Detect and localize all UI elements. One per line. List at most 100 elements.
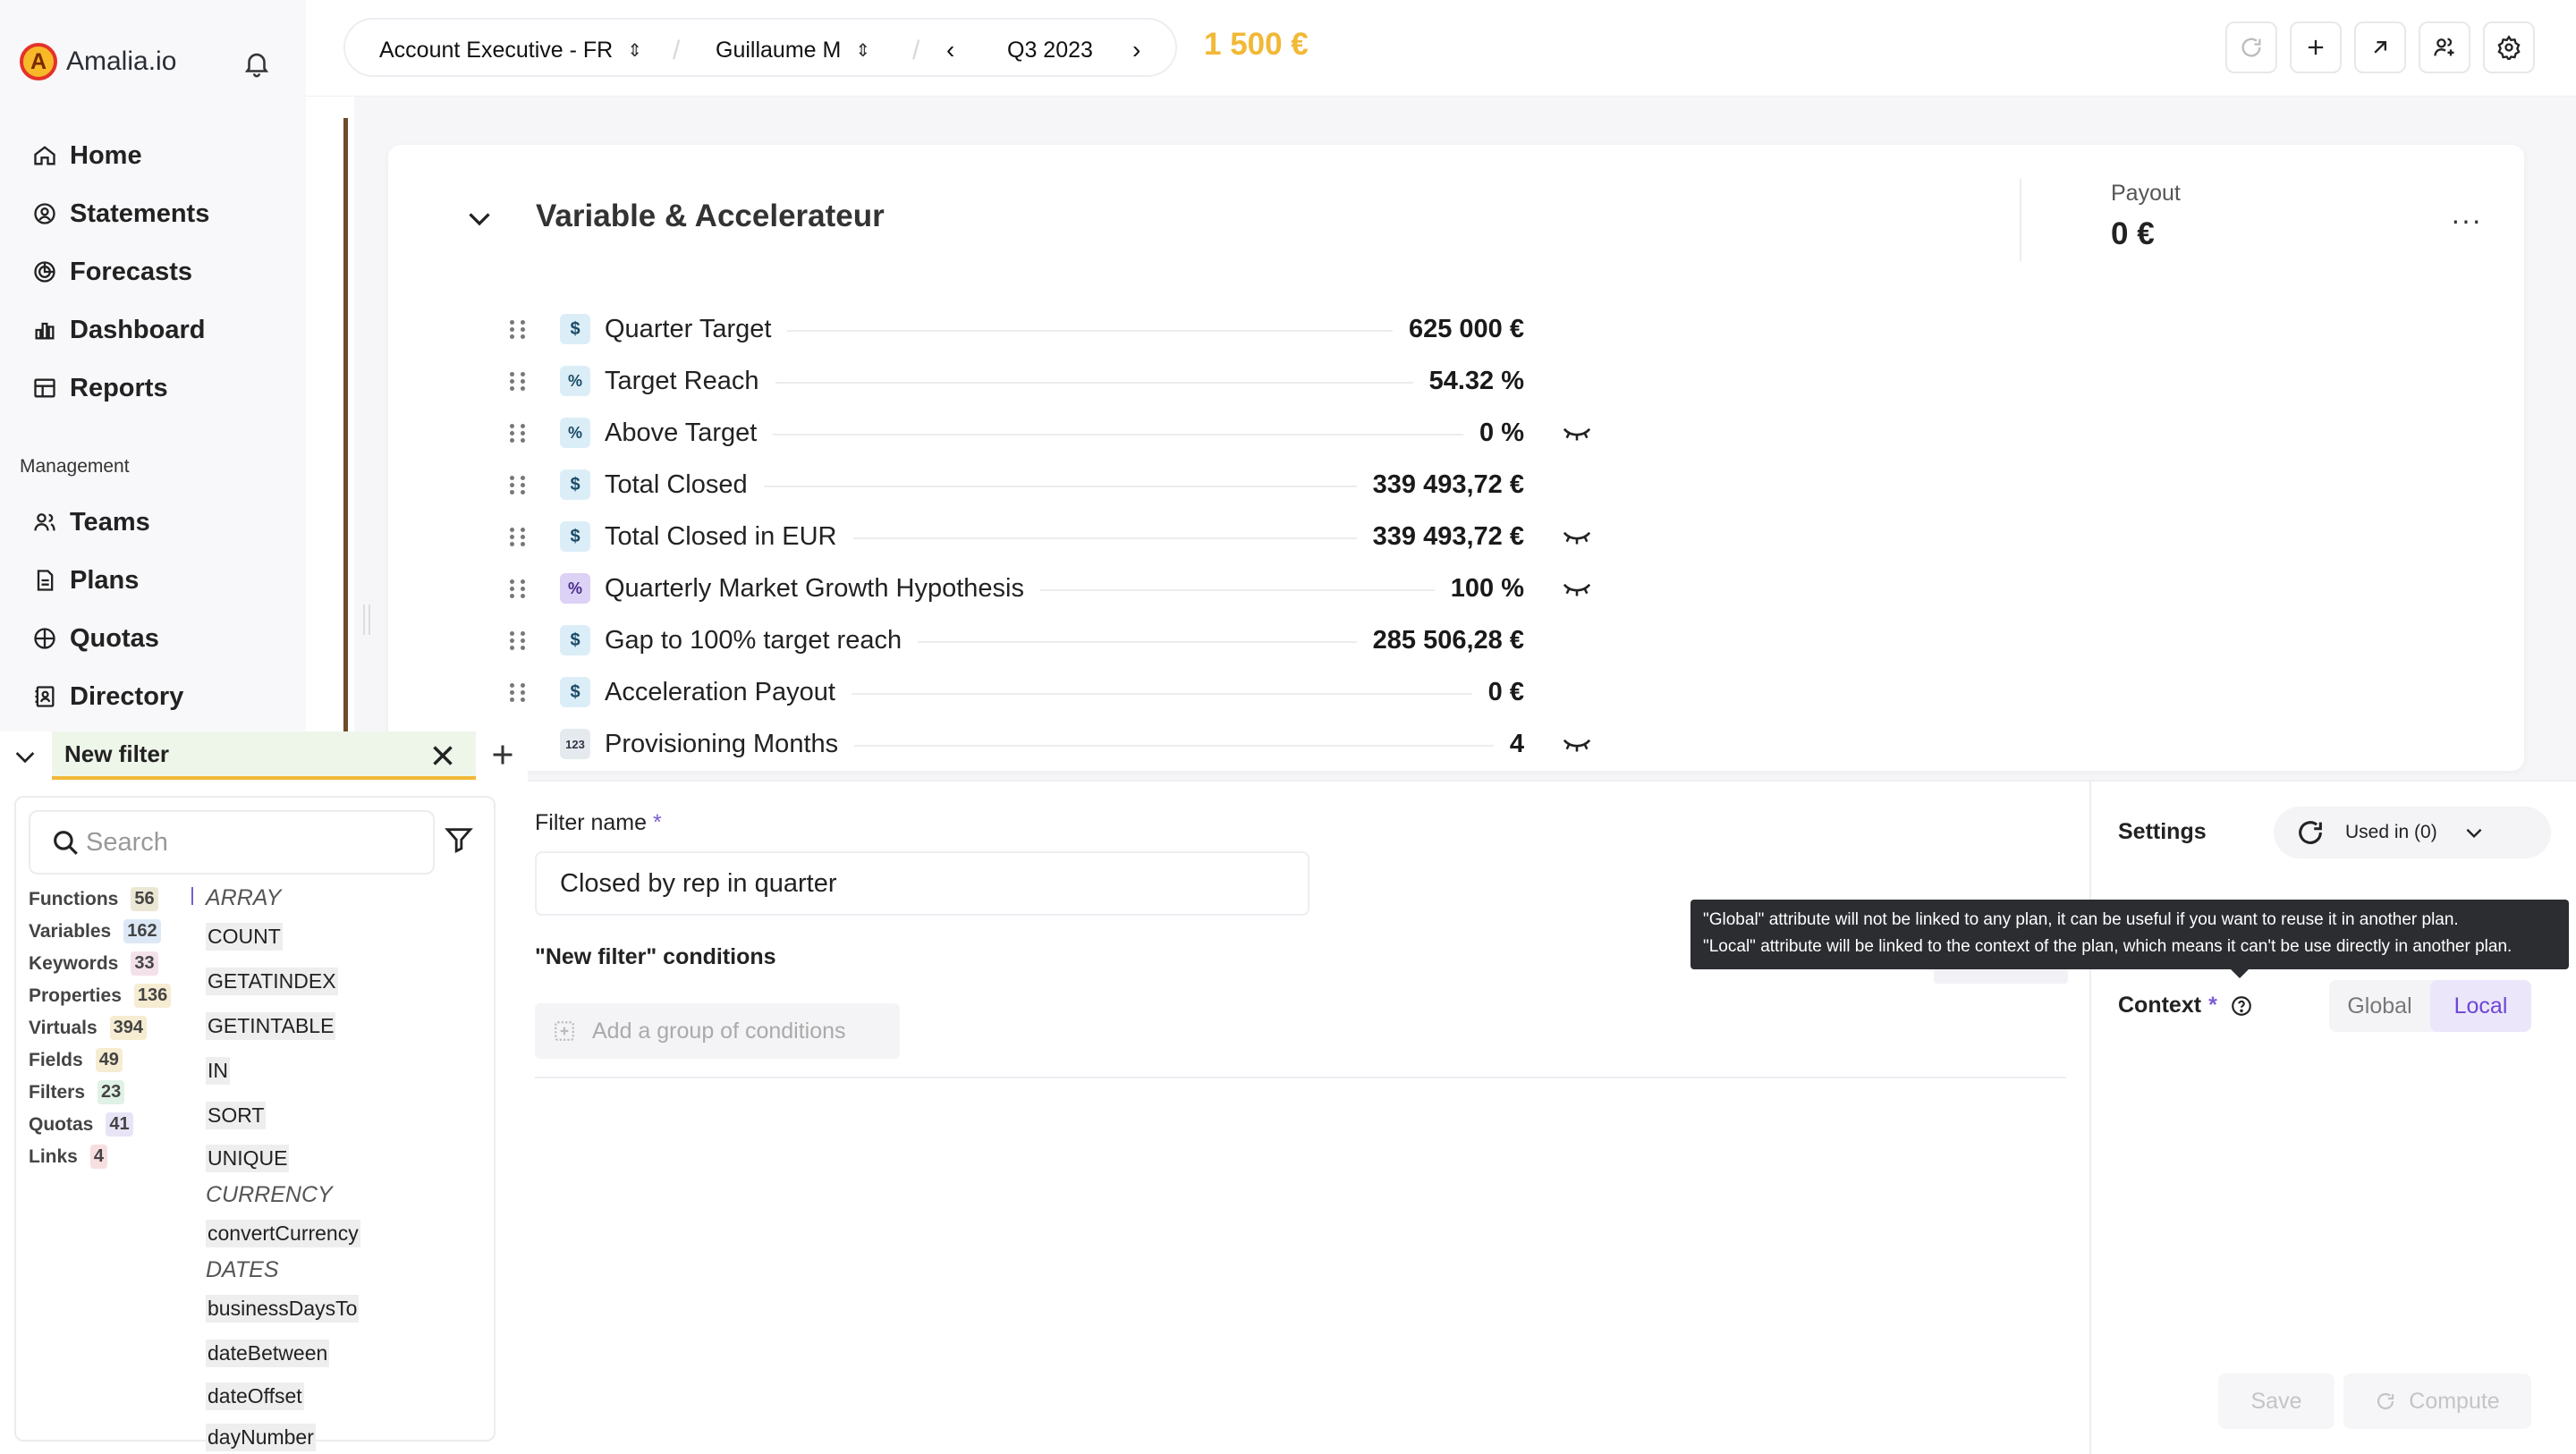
context-option-local[interactable]: Local — [2430, 980, 2531, 1032]
variable-row[interactable]: $ Total Closed 339 493,72 € — [510, 463, 1601, 506]
app-logo[interactable]: A Amalia.io — [20, 43, 176, 80]
period-next-button[interactable]: › — [1132, 36, 1140, 64]
filter-funnel-icon[interactable] — [444, 824, 474, 855]
library-category[interactable]: Filters 23 — [29, 1080, 125, 1104]
add-condition-group-button[interactable]: Add a group of conditions — [535, 1003, 900, 1059]
function-item[interactable]: GETATINDEX — [206, 968, 338, 995]
category-count: 33 — [131, 951, 158, 976]
refresh-icon[interactable] — [2295, 817, 2326, 848]
sidebar-item-dashboard[interactable]: Dashboard — [32, 310, 205, 350]
variable-label: Total Closed in EUR — [605, 521, 837, 551]
drag-handle-icon[interactable] — [510, 576, 528, 601]
tab-new-filter[interactable]: New filter — [52, 731, 476, 780]
function-item[interactable]: GETINTABLE — [206, 1012, 336, 1040]
library-category[interactable]: Keywords 33 — [29, 951, 158, 976]
variable-row[interactable]: $ Gap to 100% target reach 285 506,28 € — [510, 619, 1601, 662]
add-user-button[interactable] — [2419, 21, 2470, 73]
variable-row[interactable]: $ Quarter Target 625 000 € — [510, 308, 1601, 351]
drag-handle-icon[interactable] — [510, 472, 528, 497]
sidebar-item-teams[interactable]: Teams — [32, 503, 150, 542]
chevron-down-icon[interactable] — [463, 202, 496, 234]
eye-closed-icon[interactable] — [1562, 424, 1592, 442]
bell-icon[interactable] — [242, 48, 272, 79]
sidebar-item-forecasts[interactable]: Forecasts — [32, 252, 192, 292]
user-selector[interactable]: Guillaume M ⇕ — [716, 38, 870, 63]
drag-handle-icon[interactable] — [510, 680, 528, 705]
sidebar-item-home[interactable]: Home — [32, 136, 142, 175]
library-category[interactable]: Virtuals 394 — [29, 1016, 148, 1040]
function-item[interactable]: UNIQUE — [206, 1145, 290, 1172]
search-input[interactable] — [86, 827, 408, 858]
library-category[interactable]: Links 4 — [29, 1145, 107, 1169]
category-label: Fields — [29, 1049, 83, 1070]
used-in-label: Used in (0) — [2345, 822, 2437, 842]
home-icon — [34, 146, 55, 165]
category-count: 394 — [109, 1016, 148, 1040]
eye-closed-icon[interactable] — [1562, 579, 1592, 597]
search-box — [29, 810, 435, 875]
formula-library: Functions 56 Variables 162 Keywords 33 Propert… — [14, 796, 496, 1451]
filter-editor: Filter name * Closed by rep in quarter "… — [535, 796, 2066, 1440]
filter-name-value: Closed by rep in quarter — [560, 868, 837, 898]
add-button[interactable] — [2290, 21, 2342, 73]
library-category[interactable]: Variables 162 — [29, 919, 161, 943]
payout-label: Payout — [2111, 181, 2181, 206]
sidebar-item-statements[interactable]: Statements — [32, 194, 209, 233]
function-group-heading: ARRAY — [206, 885, 282, 910]
variable-row[interactable]: % Quarterly Market Growth Hypothesis 100 % — [510, 567, 1601, 610]
function-item[interactable]: businessDaysTo — [206, 1295, 360, 1323]
period-prev-button[interactable]: ‹ — [946, 36, 954, 64]
sidebar-item-quotas[interactable]: Quotas — [32, 619, 159, 658]
close-icon[interactable] — [426, 739, 460, 773]
open-external-button[interactable] — [2354, 21, 2406, 73]
filter-name-field[interactable]: Closed by rep in quarter — [535, 851, 1309, 916]
variable-row[interactable]: $ Acceleration Payout 0 € — [510, 671, 1601, 714]
category-label: Properties — [29, 985, 122, 1006]
context-option-global[interactable]: Global — [2329, 980, 2430, 1032]
sidebar-item-directory[interactable]: Directory — [32, 677, 183, 716]
drag-handle-icon[interactable] — [510, 368, 528, 393]
variable-row[interactable]: % Target Reach 54.32 % — [510, 359, 1601, 402]
sidebar-item-plans[interactable]: Plans — [32, 561, 139, 600]
function-item[interactable]: dayNumber — [206, 1424, 316, 1451]
help-circle-icon[interactable] — [2230, 994, 2253, 1018]
function-item[interactable]: dateOffset — [206, 1382, 304, 1410]
more-options-button[interactable]: ··· — [2451, 204, 2482, 237]
required-mark: * — [653, 810, 662, 835]
save-button[interactable]: Save — [2218, 1374, 2334, 1429]
drag-handle-icon[interactable] — [510, 524, 528, 549]
plus-icon[interactable] — [487, 739, 519, 771]
leader-line — [1039, 589, 1435, 591]
library-category[interactable]: Fields 49 — [29, 1048, 123, 1072]
eye-closed-icon[interactable] — [1562, 528, 1592, 545]
drag-handle-icon[interactable] — [510, 628, 528, 653]
function-item[interactable]: convertCurrency — [206, 1220, 360, 1247]
library-category[interactable]: Quotas 41 — [29, 1112, 133, 1137]
library-category[interactable]: Properties 136 — [29, 984, 172, 1008]
function-item[interactable]: SORT — [206, 1102, 267, 1129]
context-selector: Account Executive - FR ⇕ / Guillaume M ⇕… — [343, 18, 1177, 77]
plan-selector[interactable]: Account Executive - FR ⇕ — [379, 38, 642, 63]
function-item[interactable]: dateBetween — [206, 1340, 330, 1367]
variable-row[interactable]: $ Total Closed in EUR 339 493,72 € — [510, 515, 1601, 558]
drag-handle-icon[interactable] — [510, 420, 528, 445]
sidebar-item-label: Forecasts — [70, 257, 193, 286]
function-item[interactable]: IN — [206, 1057, 230, 1085]
variable-label: Acceleration Payout — [605, 677, 835, 706]
function-item[interactable]: COUNT — [206, 923, 283, 951]
variable-row[interactable]: 123 Provisioning Months 4 — [510, 723, 1601, 765]
resize-handle[interactable] — [363, 604, 370, 635]
used-in-dropdown[interactable]: Used in (0) — [2274, 807, 2551, 858]
variable-row[interactable]: % Above Target 0 % — [510, 411, 1601, 454]
compute-button[interactable]: Compute — [2343, 1374, 2531, 1429]
drag-handle-icon[interactable] — [510, 317, 528, 342]
refresh-button[interactable] — [2225, 21, 2277, 73]
sidebar-item-reports[interactable]: Reports — [32, 368, 168, 408]
settings-button[interactable] — [2483, 21, 2535, 73]
chevron-down-icon[interactable] — [11, 742, 39, 771]
category-count: 56 — [131, 887, 158, 911]
eye-closed-icon[interactable] — [1562, 735, 1592, 753]
category-label: Keywords — [29, 952, 119, 974]
library-category[interactable]: Functions 56 — [29, 887, 158, 911]
selection-marker — [191, 887, 193, 905]
